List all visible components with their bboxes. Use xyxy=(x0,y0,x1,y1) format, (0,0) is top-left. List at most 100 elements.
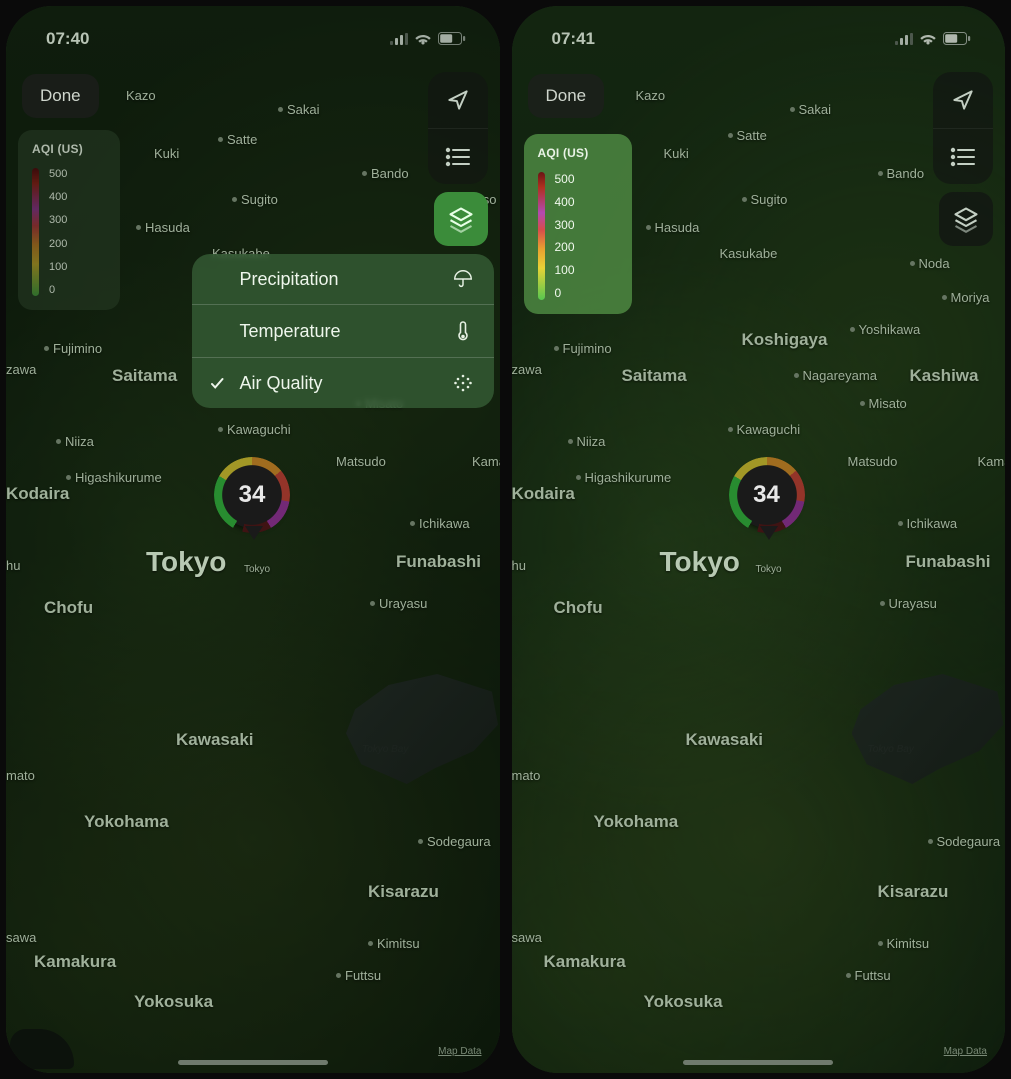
city-noda: Noda xyxy=(919,256,950,271)
city-matsudo: Matsudo xyxy=(336,454,386,469)
status-icons xyxy=(390,32,466,46)
label-tokyo-small: Tokyo xyxy=(244,564,270,575)
layers-icon xyxy=(952,205,980,233)
city-satte: Satte xyxy=(737,128,767,143)
list-button[interactable] xyxy=(933,128,993,184)
city-satte: Satte xyxy=(227,132,257,147)
city-kodaira: Kodaira xyxy=(512,484,575,504)
locate-button[interactable] xyxy=(933,72,993,128)
city-bando: Bando xyxy=(371,166,409,181)
list-icon xyxy=(445,147,471,167)
city-hasuda: Hasuda xyxy=(655,220,700,235)
city-yokosuka: Yokosuka xyxy=(134,992,213,1012)
city-niiza: Niiza xyxy=(65,434,94,449)
done-button[interactable]: Done xyxy=(22,74,99,118)
city-saitama: Saitama xyxy=(112,366,177,386)
legend-tick: 500 xyxy=(555,172,575,186)
thermometer-icon xyxy=(450,319,476,343)
city-futtsu: Futtsu xyxy=(345,968,381,983)
status-time: 07:41 xyxy=(552,29,595,49)
phone-screenshot-left: Tokyo Bay 07:40 Done AQI (US) 500 xyxy=(6,6,500,1073)
city-tokyo: Tokyo xyxy=(146,546,226,578)
legend-tick: 100 xyxy=(49,261,67,273)
city-kazo: Kazo xyxy=(126,88,156,103)
legend-tick: 400 xyxy=(49,191,67,203)
legend-tick: 500 xyxy=(49,168,67,180)
city-sodegaura: Sodegaura xyxy=(427,834,491,849)
city-kisarazu: Kisarazu xyxy=(368,882,439,902)
map-data-link[interactable]: Map Data xyxy=(944,1046,987,1057)
city-kashiwa: Kashiwa xyxy=(910,366,979,386)
aqi-pin[interactable]: 34 xyxy=(734,462,804,540)
status-icons xyxy=(895,32,971,46)
city-moriya: Moriya xyxy=(951,290,990,305)
label-mato: mato xyxy=(6,768,35,783)
city-fujimino: Fujimino xyxy=(563,341,612,356)
city-yoshikawa: Yoshikawa xyxy=(859,322,921,337)
city-yokohama: Yokohama xyxy=(594,812,679,832)
menu-item-label: Temperature xyxy=(240,321,436,342)
status-bar: 07:41 xyxy=(512,24,1006,54)
city-funabashi: Funabashi xyxy=(906,552,991,572)
legend-ticks: 500 400 300 200 100 0 xyxy=(49,168,67,296)
cellular-icon xyxy=(895,33,913,45)
label-hu: hu xyxy=(512,558,526,573)
city-yokohama: Yokohama xyxy=(84,812,169,832)
city-nagareyama: Nagareyama xyxy=(803,368,877,383)
city-kimitsu: Kimitsu xyxy=(377,936,420,951)
layers-button[interactable] xyxy=(939,192,993,246)
menu-item-label: Air Quality xyxy=(240,373,436,394)
home-indicator[interactable] xyxy=(683,1060,833,1065)
label-zawa: zawa xyxy=(6,362,36,377)
city-niiza: Niiza xyxy=(577,434,606,449)
map-data-link[interactable]: Map Data xyxy=(438,1046,481,1057)
menu-item-air-quality[interactable]: Air Quality xyxy=(192,357,494,408)
city-kawasaki: Kawasaki xyxy=(176,730,254,750)
city-misato: Misato xyxy=(869,396,907,411)
city-urayasu: Urayasu xyxy=(379,596,427,611)
legend-tick: 200 xyxy=(49,238,67,250)
city-sakai: Sakai xyxy=(287,102,320,117)
location-arrow-icon xyxy=(950,87,976,113)
city-kisarazu: Kisarazu xyxy=(878,882,949,902)
wifi-icon xyxy=(919,32,937,46)
city-koshigaya: Koshigaya xyxy=(742,330,828,350)
city-chofu: Chofu xyxy=(44,598,93,618)
legend-tick: 200 xyxy=(555,240,575,254)
city-kamakura: Kamakura xyxy=(34,952,116,972)
legend-tick: 0 xyxy=(49,284,67,296)
label-zawa: zawa xyxy=(512,362,542,377)
legend-title: AQI (US) xyxy=(32,142,104,156)
city-sakai: Sakai xyxy=(799,102,832,117)
layers-button[interactable] xyxy=(434,192,488,246)
label-tokyo-small: Tokyo xyxy=(756,564,782,575)
map-controls xyxy=(933,72,993,184)
legend-tick: 300 xyxy=(49,214,67,226)
city-matsudo: Matsudo xyxy=(848,454,898,469)
menu-item-temperature[interactable]: Temperature xyxy=(192,304,494,357)
city-kawaguchi: Kawaguchi xyxy=(227,422,291,437)
list-icon xyxy=(950,147,976,167)
layers-icon xyxy=(447,205,475,233)
locate-button[interactable] xyxy=(428,72,488,128)
city-funabashi: Funabashi xyxy=(396,552,481,572)
label-kama: Kama xyxy=(472,454,500,469)
label-kama: Kama xyxy=(978,454,1006,469)
city-kashukabe: Kasukabe xyxy=(720,246,778,261)
menu-item-precipitation[interactable]: Precipitation xyxy=(192,254,494,304)
city-futtsu: Futtsu xyxy=(855,968,891,983)
city-fujimino: Fujimino xyxy=(53,341,102,356)
location-arrow-icon xyxy=(445,87,471,113)
label-sawa: sawa xyxy=(6,930,36,945)
city-chofu: Chofu xyxy=(554,598,603,618)
aqi-pin[interactable]: 34 xyxy=(219,462,289,540)
cellular-icon xyxy=(390,33,408,45)
city-kimitsu: Kimitsu xyxy=(887,936,930,951)
city-kamakura: Kamakura xyxy=(544,952,626,972)
particles-icon xyxy=(450,372,476,394)
battery-icon xyxy=(943,32,971,46)
list-button[interactable] xyxy=(428,128,488,184)
home-indicator[interactable] xyxy=(178,1060,328,1065)
city-hkurume: Higashikurume xyxy=(585,470,672,485)
done-button[interactable]: Done xyxy=(528,74,605,118)
